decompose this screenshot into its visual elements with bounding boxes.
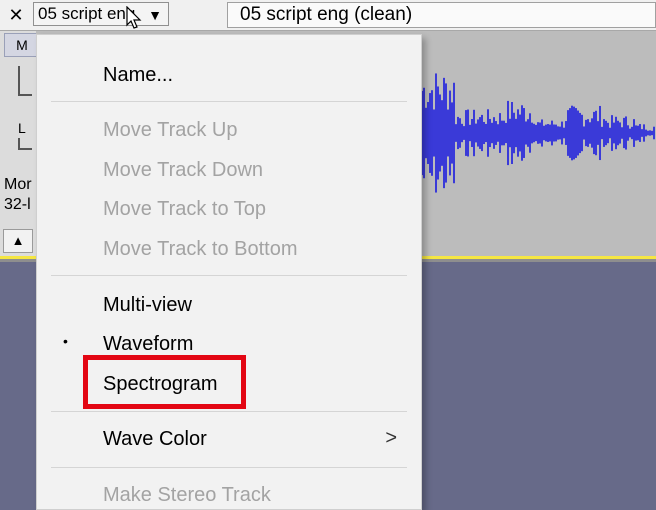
menu-separator [51,275,407,276]
menu-item-move-track-to-top: Move Track to Top [103,198,267,220]
menu-separator [51,467,407,468]
clip-name-label: 05 script eng (clean) [240,4,413,25]
track-name-label: 05 script eng [38,4,136,23]
mute-button[interactable]: M [4,33,40,57]
track-context-menu: Name... Move Track Up Move Track Down Mo… [36,34,422,510]
pan-slider[interactable] [18,138,32,150]
clip-name-bar[interactable]: 05 script eng (clean) [227,2,656,28]
track-info-channels: Mor [4,176,32,193]
track-info-format: 32-l [4,196,31,213]
menu-item-make-stereo-track: Make Stereo Track [103,484,271,506]
checked-bullet-icon: • [63,333,68,349]
menu-item-waveform[interactable]: Waveform [103,332,193,356]
close-track-button[interactable]: ✕ [2,2,30,28]
track-header-bar: ✕ 05 script eng ▼ 05 script eng (clean) [0,0,656,31]
collapse-track-button[interactable]: ▲ [3,229,33,253]
submenu-arrow-icon: > [385,427,397,449]
menu-separator [51,411,407,412]
menu-item-wave-color[interactable]: Wave Color [103,427,207,451]
track-name-dropdown-button[interactable]: 05 script eng ▼ [33,2,169,26]
menu-separator [51,101,407,102]
menu-item-name[interactable]: Name... [103,63,173,87]
menu-item-move-track-down: Move Track Down [103,159,264,181]
pan-left-label: L [18,120,26,136]
menu-item-move-track-to-bottom: Move Track to Bottom [103,238,298,260]
dropdown-arrow-icon: ▼ [148,7,162,23]
menu-item-multi-view[interactable]: Multi-view [103,293,192,317]
spectrogram-highlight-box [83,355,246,409]
menu-item-move-track-up: Move Track Up [103,119,238,141]
mouse-pointer-icon [126,6,142,29]
